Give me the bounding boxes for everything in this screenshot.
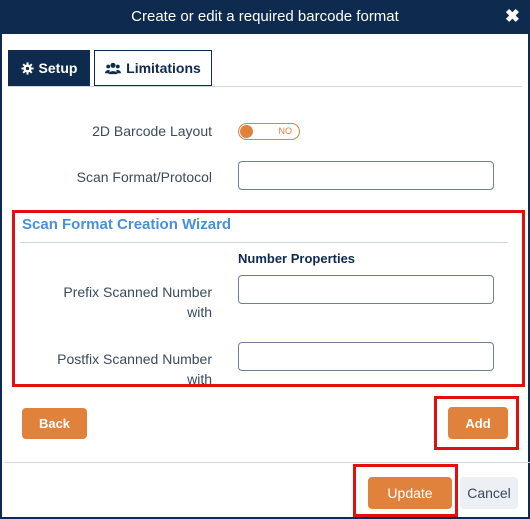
footer-divider <box>4 462 530 463</box>
scan-format-input[interactable] <box>238 161 494 190</box>
postfix-label-line1: Postfix Scanned Number <box>57 351 212 367</box>
wizard-title: Scan Format Creation Wizard <box>22 216 232 233</box>
users-icon <box>105 62 122 74</box>
toggle-knob <box>240 125 253 138</box>
tab-setup[interactable]: Setup <box>8 50 90 86</box>
prefix-input[interactable] <box>238 275 494 304</box>
layout-toggle[interactable]: NO <box>238 123 300 140</box>
prefix-label-line1: Prefix Scanned Number <box>63 284 212 300</box>
tab-limitations-label: Limitations <box>126 60 201 76</box>
postfix-input[interactable] <box>238 342 494 371</box>
update-button[interactable]: Update <box>368 477 452 509</box>
postfix-label: Postfix Scanned Number with <box>32 351 212 387</box>
toggle-state: NO <box>278 126 293 136</box>
cancel-button[interactable]: Cancel <box>460 477 518 509</box>
wizard-divider <box>20 242 508 243</box>
tab-setup-label: Setup <box>38 60 78 76</box>
barcode-format-dialog: Create or edit a required barcode format… <box>0 0 530 519</box>
close-icon[interactable]: ✖ <box>505 6 520 26</box>
tab-divider <box>8 86 522 87</box>
dialog-title: Create or edit a required barcode format <box>131 8 399 25</box>
dialog-titlebar: Create or edit a required barcode format… <box>2 2 528 34</box>
scan-format-label: Scan Format/Protocol <box>76 169 212 185</box>
layout-label: 2D Barcode Layout <box>92 123 212 139</box>
postfix-label-line2: with <box>187 371 212 387</box>
add-button[interactable]: Add <box>448 407 508 439</box>
tab-limitations[interactable]: Limitations <box>94 50 212 86</box>
back-button[interactable]: Back <box>22 408 87 439</box>
prefix-label: Prefix Scanned Number with <box>32 284 212 320</box>
number-properties-heading: Number Properties <box>238 251 356 266</box>
gear-icon <box>20 61 34 75</box>
prefix-label-line2: with <box>187 304 212 320</box>
